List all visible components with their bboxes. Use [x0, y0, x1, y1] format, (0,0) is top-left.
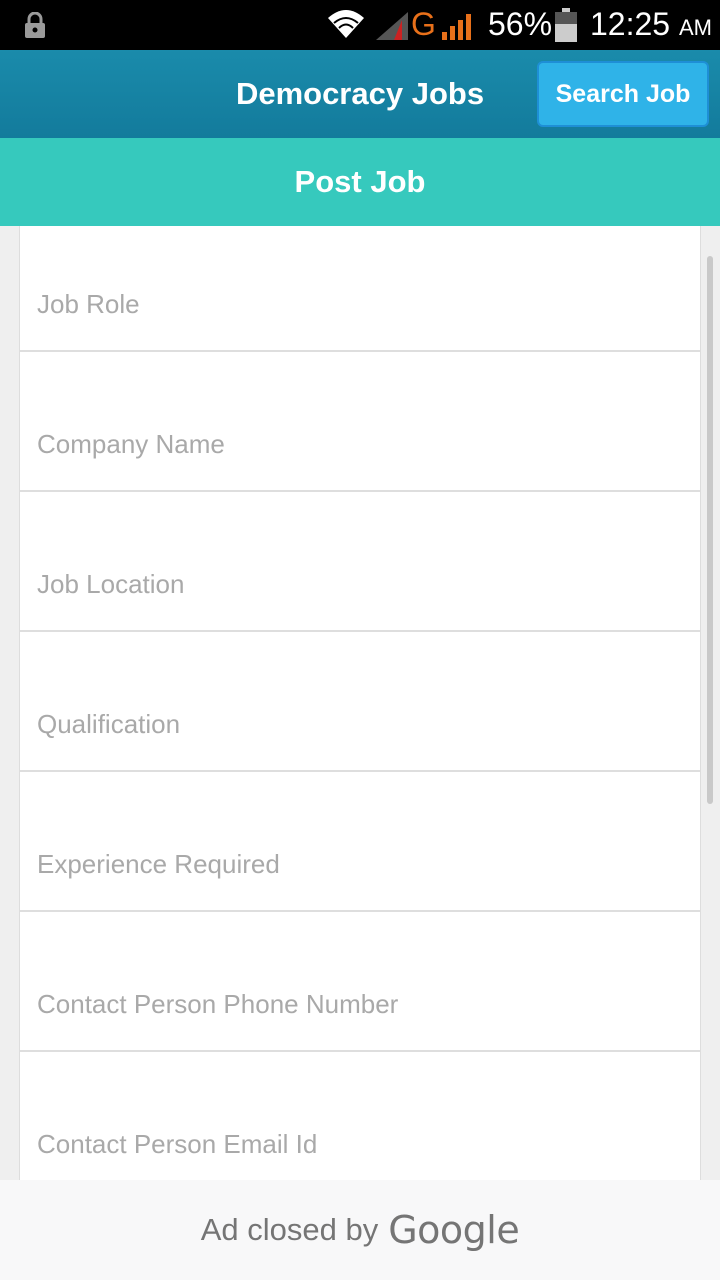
section-header: Post Job [0, 138, 720, 226]
search-job-button[interactable]: Search Job [537, 61, 709, 127]
network-type-label: G [411, 6, 436, 42]
job-location-field [20, 492, 700, 632]
signal-icon [376, 12, 408, 40]
job-role-input[interactable] [20, 280, 700, 328]
clock: 12:25 AM [590, 6, 712, 43]
battery-icon [555, 8, 577, 42]
experience-input[interactable] [20, 840, 700, 888]
job-role-field [20, 226, 700, 352]
status-bar: G 56% 12:25 AM [0, 0, 720, 50]
contact-phone-field [20, 912, 700, 1052]
lock-icon [25, 12, 45, 38]
company-name-input[interactable] [20, 420, 700, 468]
qualification-input[interactable] [20, 700, 700, 748]
google-logo: Google [388, 1208, 520, 1252]
page-title: Post Job [294, 164, 426, 199]
contact-email-input[interactable] [20, 1120, 700, 1168]
wifi-icon [328, 10, 364, 38]
job-location-input[interactable] [20, 560, 700, 608]
app-bar: Democracy Jobs Search Job [0, 50, 720, 138]
contact-phone-input[interactable] [20, 980, 700, 1028]
scrollbar[interactable] [707, 256, 713, 804]
ad-closed-text: Ad closed by [200, 1212, 379, 1247]
qualification-field [20, 632, 700, 772]
clock-ampm: AM [678, 15, 712, 40]
company-name-field [20, 352, 700, 492]
post-job-form [19, 226, 701, 1180]
ad-banner: Ad closed by Google [0, 1180, 720, 1280]
battery-percent: 56% [488, 6, 553, 42]
clock-time: 12:25 [590, 6, 671, 42]
signal-icon [442, 14, 471, 40]
contact-email-field [20, 1052, 700, 1180]
experience-field [20, 772, 700, 912]
